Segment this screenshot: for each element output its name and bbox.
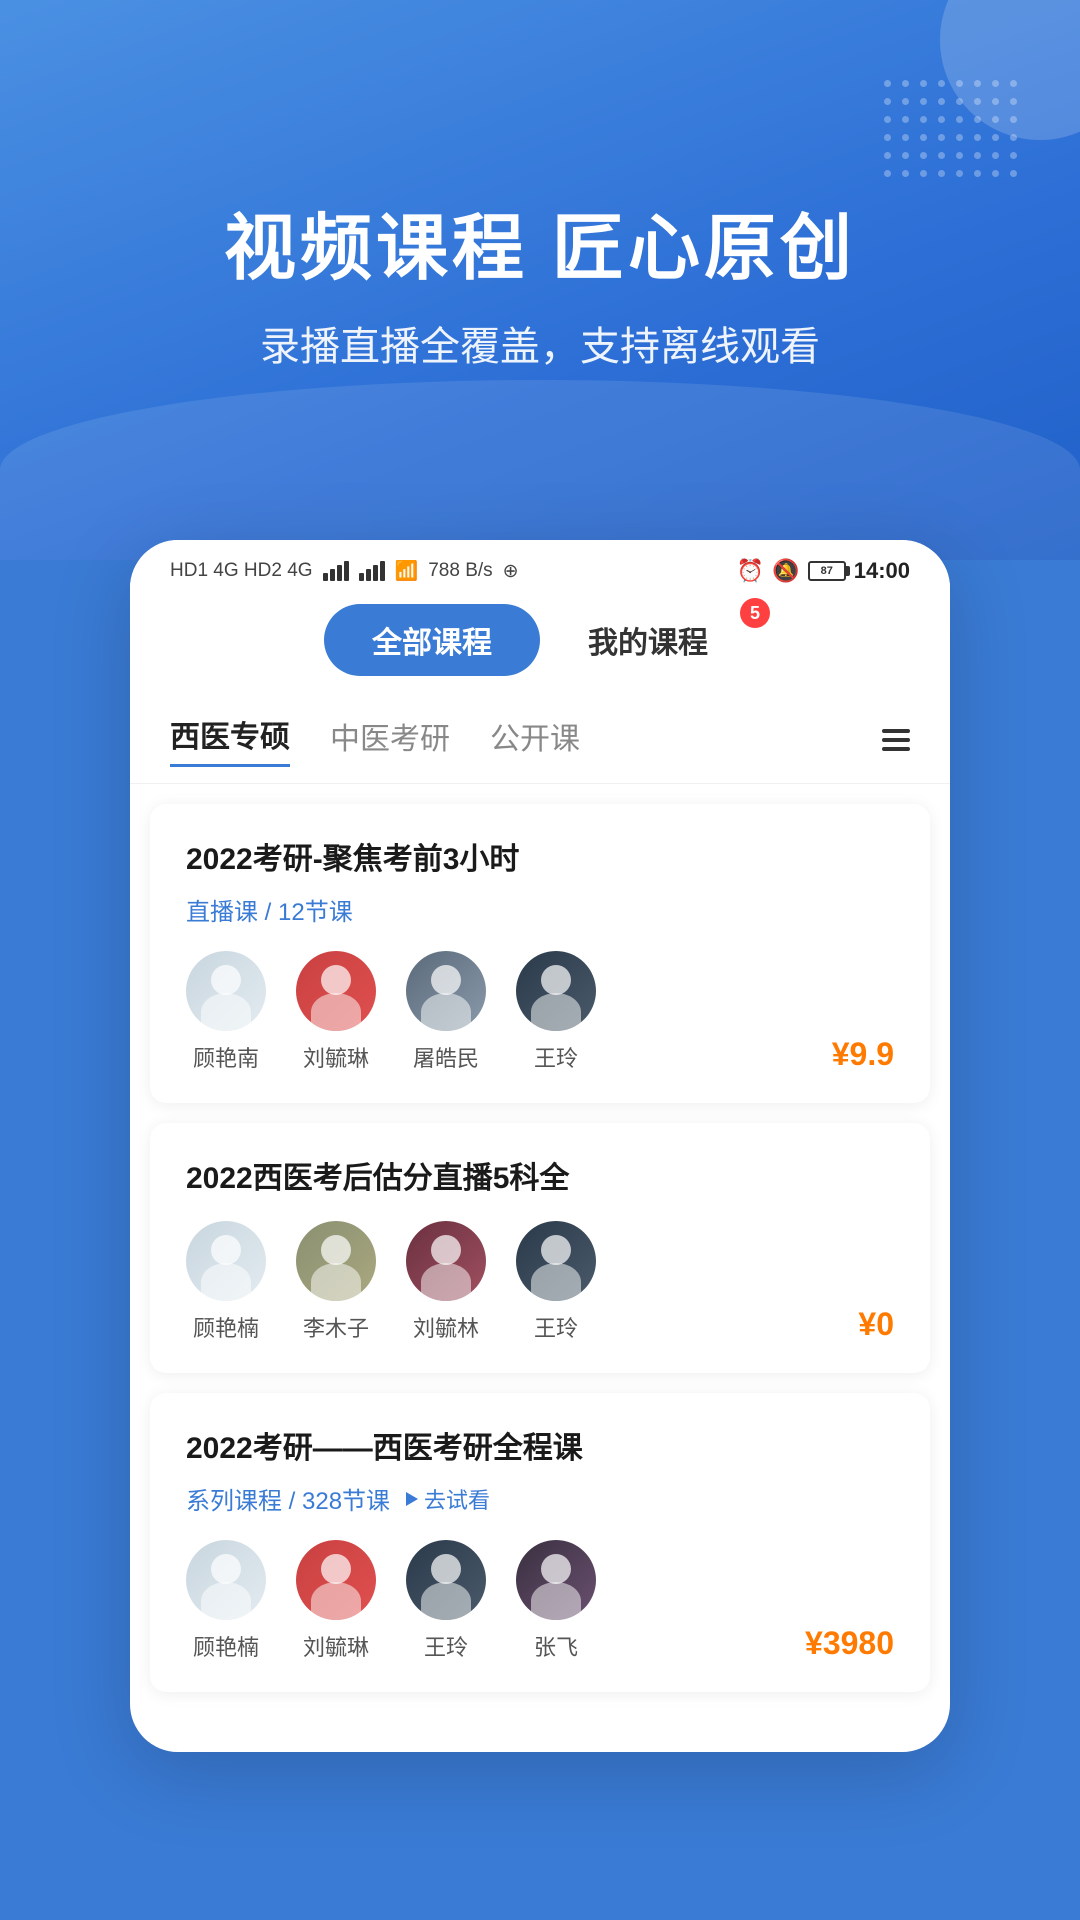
- teacher-name: 李木子: [303, 1311, 369, 1343]
- speed-text: 788 B/s: [428, 560, 492, 582]
- status-right: ⏰ 🔕 87 14:00: [737, 558, 910, 584]
- teacher-row-3: 顾艳楠 刘毓琳 王玲: [186, 1540, 894, 1662]
- status-network: HD1 4G HD2 4G: [170, 560, 313, 582]
- teacher-item: 王玲: [516, 1221, 596, 1343]
- signal-bars-2: [359, 561, 385, 581]
- teacher-name: 张飞: [534, 1630, 578, 1662]
- teacher-name: 刘毓琳: [303, 1041, 369, 1073]
- course-title-2: 2022西医考后估分直播5科全: [186, 1153, 894, 1197]
- teacher-name: 顾艳南: [193, 1041, 259, 1073]
- avatar-wangling2: [516, 1221, 596, 1301]
- avatar-limuzi: [296, 1221, 376, 1301]
- avatar-tuhaomin: [406, 951, 486, 1031]
- signal-icon: ⊕: [503, 560, 519, 583]
- tab-all-courses[interactable]: 全部课程: [324, 604, 540, 676]
- status-left: HD1 4G HD2 4G 📶 788 B/s ⊕: [170, 559, 519, 583]
- course-price-1: ¥9.9: [832, 1036, 894, 1073]
- course-tag-1: 直播课 / 12节课: [186, 892, 894, 927]
- teacher-name: 王玲: [534, 1041, 578, 1073]
- wifi-icon: 📶: [395, 559, 419, 583]
- hero-title: 视频课程 匠心原创: [224, 189, 856, 294]
- avatar-wangling3: [406, 1540, 486, 1620]
- teacher-item: 屠皓民: [406, 951, 486, 1073]
- teacher-item: 刘毓琳: [296, 951, 376, 1073]
- teacher-item: 顾艳楠: [186, 1221, 266, 1343]
- course-title-3: 2022考研——西医考研全程课: [186, 1423, 894, 1467]
- hero-dots: document.currentScript.insertAdjacentHTM…: [884, 80, 1020, 180]
- badge-count: 5: [740, 598, 770, 628]
- teacher-name: 王玲: [424, 1630, 468, 1662]
- tab-my-courses[interactable]: 我的课程: [540, 604, 756, 676]
- teacher-name: 屠皓民: [413, 1041, 479, 1073]
- teacher-item: 李木子: [296, 1221, 376, 1343]
- hero-section: document.currentScript.insertAdjacentHTM…: [0, 0, 1080, 560]
- course-card-3[interactable]: 2022考研——西医考研全程课 系列课程 / 328节课 去试看 顾艳楠: [150, 1393, 930, 1692]
- course-tag-3: 系列课程 / 328节课: [186, 1481, 390, 1516]
- menu-line-1: [882, 729, 910, 733]
- cat-tab-zhongyikaoyan[interactable]: 中医考研: [330, 714, 450, 766]
- my-courses-badge-container: 我的课程 5: [540, 604, 756, 676]
- alarm-icon: ⏰: [737, 558, 764, 584]
- menu-line-2: [882, 738, 910, 742]
- avatar-guyanlou3: [186, 1540, 266, 1620]
- avatar-wangling: [516, 951, 596, 1031]
- play-icon: [406, 1492, 418, 1506]
- category-tabs: 西医专硕 中医考研 公开课: [130, 696, 950, 784]
- teacher-name: 刘毓林: [413, 1311, 479, 1343]
- teacher-name: 王玲: [534, 1311, 578, 1343]
- hero-wave: [0, 380, 1080, 560]
- course-card-2[interactable]: 2022西医考后估分直播5科全 顾艳楠 李木子: [150, 1123, 930, 1373]
- course-tag-row-3: 系列课程 / 328节课 去试看: [186, 1481, 894, 1516]
- teacher-row-2: 顾艳楠 李木子 刘毓林: [186, 1221, 894, 1343]
- avatar-zhangfei: [516, 1540, 596, 1620]
- teacher-item: 王玲: [516, 951, 596, 1073]
- teacher-name: 顾艳楠: [193, 1311, 259, 1343]
- teacher-item: 顾艳南: [186, 951, 266, 1073]
- cat-tab-xiyizhuanshuo[interactable]: 西医专硕: [170, 712, 290, 767]
- course-price-3: ¥3980: [805, 1625, 894, 1662]
- main-tabs: 全部课程 我的课程 5: [130, 594, 950, 696]
- menu-line-3: [882, 747, 910, 751]
- teacher-item: 张飞: [516, 1540, 596, 1662]
- phone-card: HD1 4G HD2 4G 📶 788 B/s ⊕ ⏰ 🔕 87: [130, 540, 950, 1752]
- avatar-guyanna: [186, 951, 266, 1031]
- signal-bars: [323, 561, 349, 581]
- category-menu-icon[interactable]: [882, 729, 910, 751]
- course-list: 2022考研-聚焦考前3小时 直播课 / 12节课 顾艳南 刘毓琳: [130, 804, 950, 1692]
- teacher-name: 顾艳楠: [193, 1630, 259, 1662]
- course-price-2: ¥0: [858, 1306, 894, 1343]
- teacher-item: 顾艳楠: [186, 1540, 266, 1662]
- status-bar: HD1 4G HD2 4G 📶 788 B/s ⊕ ⏰ 🔕 87: [130, 540, 950, 594]
- mute-icon: 🔕: [772, 558, 799, 584]
- teacher-item: 刘毓林: [406, 1221, 486, 1343]
- avatar-liuyulin: [296, 951, 376, 1031]
- course-card-1[interactable]: 2022考研-聚焦考前3小时 直播课 / 12节课 顾艳南 刘毓琳: [150, 804, 930, 1103]
- time-display: 14:00: [854, 558, 910, 584]
- battery-level: 87: [821, 565, 833, 577]
- teacher-name: 刘毓琳: [303, 1630, 369, 1662]
- cat-tab-gongkaike[interactable]: 公开课: [490, 714, 580, 766]
- try-btn-3[interactable]: 去试看: [406, 1483, 490, 1515]
- course-title-1: 2022考研-聚焦考前3小时: [186, 834, 894, 878]
- avatar-liuyulin2: [406, 1221, 486, 1301]
- teacher-row-1: 顾艳南 刘毓琳 屠皓民: [186, 951, 894, 1073]
- teacher-item: 王玲: [406, 1540, 486, 1662]
- avatar-liuyulin3: [296, 1540, 376, 1620]
- battery-icon: 87: [808, 561, 846, 581]
- avatar-guyanlou: [186, 1221, 266, 1301]
- teacher-item: 刘毓琳: [296, 1540, 376, 1662]
- hero-subtitle: 录播直播全覆盖，支持离线观看: [260, 314, 820, 372]
